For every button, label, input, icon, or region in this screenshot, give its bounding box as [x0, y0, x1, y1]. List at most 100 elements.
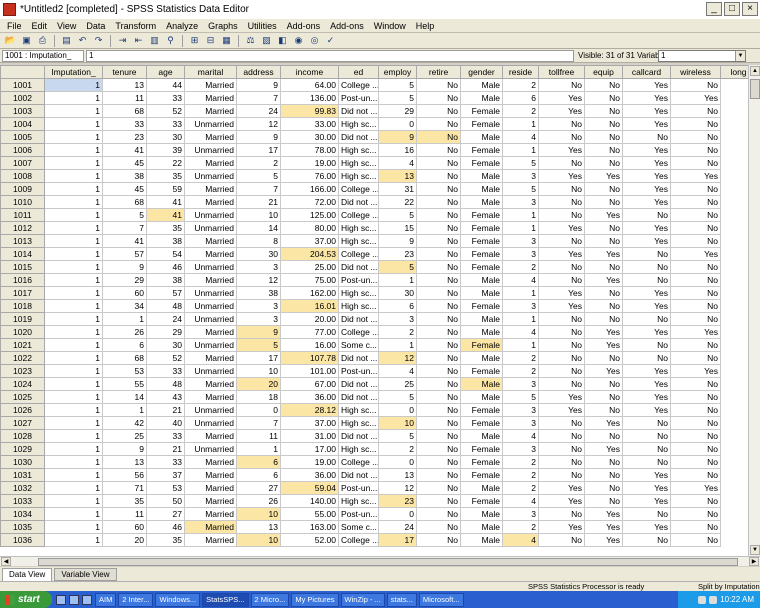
data-cell[interactable]: No	[670, 390, 721, 404]
tray-volume-icon[interactable]	[709, 595, 718, 604]
data-cell[interactable]: 38	[146, 234, 185, 248]
data-cell[interactable]: High sc...	[338, 442, 379, 456]
data-cell[interactable]: 1	[502, 221, 539, 235]
data-cell[interactable]: 33	[146, 91, 185, 105]
data-cell[interactable]: High sc...	[338, 143, 379, 157]
scroll-down-icon[interactable]: ▼	[750, 545, 760, 555]
data-cell[interactable]: 1	[502, 312, 539, 326]
data-cell[interactable]: No	[538, 130, 585, 144]
data-cell[interactable]: Married	[184, 325, 237, 339]
column-header-income[interactable]: income	[280, 65, 339, 79]
data-cell[interactable]: No	[622, 273, 671, 287]
data-cell[interactable]: No	[670, 351, 721, 365]
data-cell[interactable]: 10	[236, 507, 281, 521]
data-cell[interactable]: Yes	[622, 91, 671, 105]
data-cell[interactable]: 1	[502, 117, 539, 131]
goto-variable-icon[interactable]: ⇤	[131, 34, 146, 47]
data-cell[interactable]: 12	[378, 481, 417, 495]
data-cell[interactable]: Male	[460, 169, 503, 183]
data-cell[interactable]: Male	[460, 91, 503, 105]
data-cell[interactable]: 1	[44, 364, 103, 378]
data-cell[interactable]: 33	[146, 429, 185, 443]
data-cell[interactable]: 13	[378, 169, 417, 183]
data-cell[interactable]: Yes	[538, 481, 585, 495]
data-cell[interactable]: 5	[502, 156, 539, 170]
data-cell[interactable]: No	[416, 364, 461, 378]
data-cell[interactable]: Did not ...	[338, 468, 379, 482]
data-cell[interactable]: 125.00	[280, 208, 339, 222]
data-cell[interactable]: 30	[236, 247, 281, 261]
data-cell[interactable]: Female	[460, 143, 503, 157]
data-cell[interactable]: 53	[146, 481, 185, 495]
data-cell[interactable]: 4	[502, 533, 539, 547]
vertical-scrollbar[interactable]: ▲ ▼	[748, 65, 760, 556]
data-cell[interactable]: 1	[44, 429, 103, 443]
data-cell[interactable]: 44	[146, 78, 185, 92]
data-cell[interactable]: 31.00	[280, 429, 339, 443]
data-cell[interactable]: No	[538, 260, 585, 274]
data-cell[interactable]: No	[670, 286, 721, 300]
column-header-marital[interactable]: marital	[184, 65, 237, 79]
data-cell[interactable]: No	[584, 195, 623, 209]
data-cell[interactable]: Yes	[622, 377, 671, 391]
data-cell[interactable]: Married	[184, 234, 237, 248]
data-cell[interactable]: Married	[184, 351, 237, 365]
data-cell[interactable]: Female	[460, 156, 503, 170]
data-cell[interactable]: Unmarried	[184, 286, 237, 300]
data-cell[interactable]: No	[670, 520, 721, 534]
data-cell[interactable]: 59.04	[280, 481, 339, 495]
data-cell[interactable]: 163.00	[280, 520, 339, 534]
column-header-reside[interactable]: reside	[502, 65, 539, 79]
taskbar-item[interactable]: 2 Micro...	[250, 592, 290, 607]
data-cell[interactable]: 3	[502, 442, 539, 456]
data-cell[interactable]: College ...	[338, 208, 379, 222]
data-cell[interactable]: Yes	[622, 221, 671, 235]
data-cell[interactable]: 9	[236, 78, 281, 92]
data-cell[interactable]: 52	[146, 104, 185, 118]
data-cell[interactable]: Yes	[622, 286, 671, 300]
data-cell[interactable]: No	[670, 130, 721, 144]
data-cell[interactable]: Some c...	[338, 520, 379, 534]
data-cell[interactable]: 1	[44, 286, 103, 300]
data-cell[interactable]: No	[416, 312, 461, 326]
data-cell[interactable]: Married	[184, 247, 237, 261]
data-cell[interactable]: Post-un...	[338, 91, 379, 105]
data-cell[interactable]: Yes	[622, 364, 671, 378]
data-cell[interactable]: Did not ...	[338, 130, 379, 144]
column-header-employ[interactable]: employ	[378, 65, 417, 79]
data-cell[interactable]: 5	[236, 169, 281, 183]
data-cell[interactable]: Male	[460, 390, 503, 404]
data-cell[interactable]: 37.00	[280, 234, 339, 248]
data-cell[interactable]: 52.00	[280, 533, 339, 547]
data-cell[interactable]: 77.00	[280, 325, 339, 339]
data-cell[interactable]: Yes	[584, 416, 623, 430]
data-cell[interactable]: Married	[184, 130, 237, 144]
data-cell[interactable]: 68	[102, 195, 147, 209]
taskbar-item[interactable]: Windows...	[155, 592, 201, 607]
data-cell[interactable]: Did not ...	[338, 195, 379, 209]
goto-case-icon[interactable]: ⇥	[115, 34, 130, 47]
data-cell[interactable]: No	[416, 260, 461, 274]
data-cell[interactable]: 24	[378, 520, 417, 534]
data-cell[interactable]: 0	[378, 507, 417, 521]
data-cell[interactable]: Did not ...	[338, 429, 379, 443]
data-cell[interactable]: 43	[146, 390, 185, 404]
data-cell[interactable]: Female	[460, 117, 503, 131]
data-cell[interactable]: 3	[236, 260, 281, 274]
data-cell[interactable]: 9	[102, 442, 147, 456]
data-cell[interactable]: 1	[502, 208, 539, 222]
data-cell[interactable]: 4	[502, 130, 539, 144]
data-cell[interactable]: No	[622, 455, 671, 469]
data-cell[interactable]: Female	[460, 364, 503, 378]
data-cell[interactable]: No	[622, 507, 671, 521]
data-cell[interactable]: 1	[44, 338, 103, 352]
data-cell[interactable]: 5	[378, 91, 417, 105]
data-cell[interactable]: 1	[44, 455, 103, 469]
data-cell[interactable]: Yes	[622, 117, 671, 131]
data-cell[interactable]: 5	[378, 260, 417, 274]
data-cell[interactable]: 22	[378, 195, 417, 209]
data-cell[interactable]: 9	[102, 260, 147, 274]
data-cell[interactable]: 1	[44, 299, 103, 313]
data-cell[interactable]: Male	[460, 130, 503, 144]
data-cell[interactable]: High sc...	[338, 234, 379, 248]
